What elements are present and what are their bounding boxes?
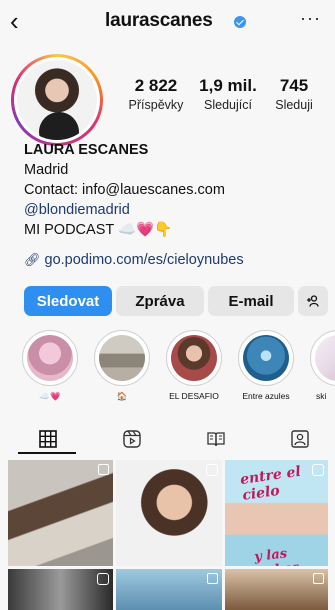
post-title-bottom: y las nubes [253, 546, 300, 566]
profile-bio: LAURA ESCANES Madrid Contact: info@laues… [24, 140, 324, 240]
grid-post[interactable] [225, 569, 328, 610]
tab-guides[interactable] [204, 428, 228, 450]
story-highlight[interactable]: ☁️💗 [22, 330, 78, 402]
more-options-icon[interactable]: ··· [300, 8, 321, 29]
tab-reels[interactable] [120, 428, 144, 450]
followers-stat[interactable]: 1,9 mil. Sledující [196, 76, 260, 114]
top-bar: ‹ laurascanes ··· [0, 0, 335, 48]
posts-stat[interactable]: 2 822 Příspěvky [124, 76, 188, 114]
posts-label: Příspěvky [128, 98, 184, 112]
carousel-icon [207, 573, 218, 584]
bio-location: Madrid [24, 162, 69, 178]
display-name: LAURA ESCANES [24, 142, 149, 158]
avatar-photo [17, 60, 97, 140]
highlight-label: EL DESAFIO [169, 391, 219, 401]
bio-mention-link[interactable]: @blondiemadrid [24, 200, 324, 220]
following-count: 745 [279, 76, 309, 95]
carousel-icon [98, 464, 109, 475]
tagged-icon [291, 430, 309, 448]
reel-icon [97, 573, 109, 585]
grid-post[interactable] [8, 569, 113, 610]
highlight-label: ski [316, 391, 327, 401]
highlight-label: Entre azules [242, 391, 290, 401]
posts-grid: entre el cielo y las nubes [8, 460, 328, 610]
highlight-label: 🏠 [116, 391, 128, 401]
grid-post[interactable] [8, 460, 113, 566]
tab-tagged[interactable] [288, 428, 312, 450]
profile-username: laurascanes [105, 10, 213, 31]
back-chevron-icon[interactable]: ‹ [10, 6, 19, 36]
story-highlight[interactable]: ski [310, 330, 335, 402]
following-stat[interactable]: 745 Sleduji [264, 76, 324, 114]
reel-icon [206, 464, 218, 476]
story-highlight[interactable]: 🏠 [94, 330, 150, 402]
grid-post[interactable]: entre el cielo y las nubes [225, 460, 328, 566]
follow-button[interactable]: Sledovat [24, 286, 112, 316]
active-tab-indicator [18, 452, 76, 454]
suggested-users-button[interactable] [298, 286, 328, 316]
external-link-text: go.podimo.com/es/cieloynubes [44, 252, 244, 268]
message-button[interactable]: Zpráva [116, 286, 204, 316]
followers-count: 1,9 mil. [199, 76, 257, 95]
tab-posts[interactable] [36, 428, 60, 450]
grid-post[interactable] [116, 460, 222, 566]
highlight-label: ☁️💗 [39, 391, 61, 401]
reels-icon [123, 430, 141, 448]
bio-contact: Contact: info@lauescanes.com [24, 182, 225, 198]
reel-icon [312, 464, 324, 476]
external-link[interactable]: 🔗︎ go.podimo.com/es/cieloynubes [24, 252, 244, 268]
following-label: Sleduji [275, 98, 313, 112]
carousel-icon [313, 573, 324, 584]
email-button[interactable]: E-mail [208, 286, 294, 316]
profile-avatar[interactable] [11, 54, 103, 146]
grid-post[interactable] [116, 569, 222, 610]
followers-label: Sledující [204, 98, 252, 112]
story-highlight[interactable]: Entre azules [238, 330, 294, 402]
posts-count: 2 822 [134, 76, 178, 95]
story-highlight[interactable]: EL DESAFIO [166, 330, 222, 402]
verified-badge-icon [234, 16, 246, 28]
grid-icon [39, 430, 57, 448]
guides-icon [207, 432, 225, 447]
link-chain-icon: 🔗︎ [24, 252, 41, 267]
bio-podcast-line: MI PODCAST ☁️💗👇 [24, 222, 173, 238]
add-person-icon [307, 295, 319, 307]
